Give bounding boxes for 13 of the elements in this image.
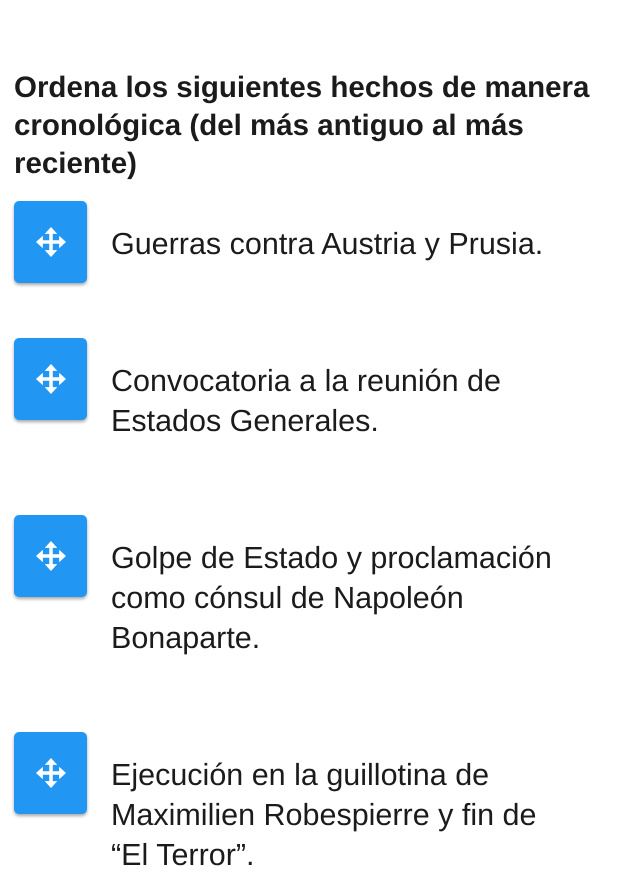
drag-handle[interactable]: [14, 732, 87, 814]
move-icon: [36, 758, 66, 788]
move-icon: [36, 541, 66, 571]
event-text: Golpe de Estado y proclamación como cónsul de Napoleón Bonaparte.: [111, 540, 553, 657]
drag-handle[interactable]: [14, 338, 87, 420]
event-text: Convocatoria a la reunión de Estados Generales.: [111, 363, 502, 440]
event-text: Guerras contra Austria y Prusia.: [111, 226, 544, 263]
move-icon: [36, 227, 66, 257]
move-icon: [36, 364, 66, 394]
event-text: Ejecución en la guillotina de Maximilien Robespierre y fin de “El Terror”.: [111, 757, 538, 874]
drag-handle[interactable]: [14, 201, 87, 283]
drag-handle[interactable]: [14, 515, 87, 597]
question-text: Ordena los siguientes hechos de manera cronológica (del más antiguo al más reciente): [14, 70, 591, 182]
